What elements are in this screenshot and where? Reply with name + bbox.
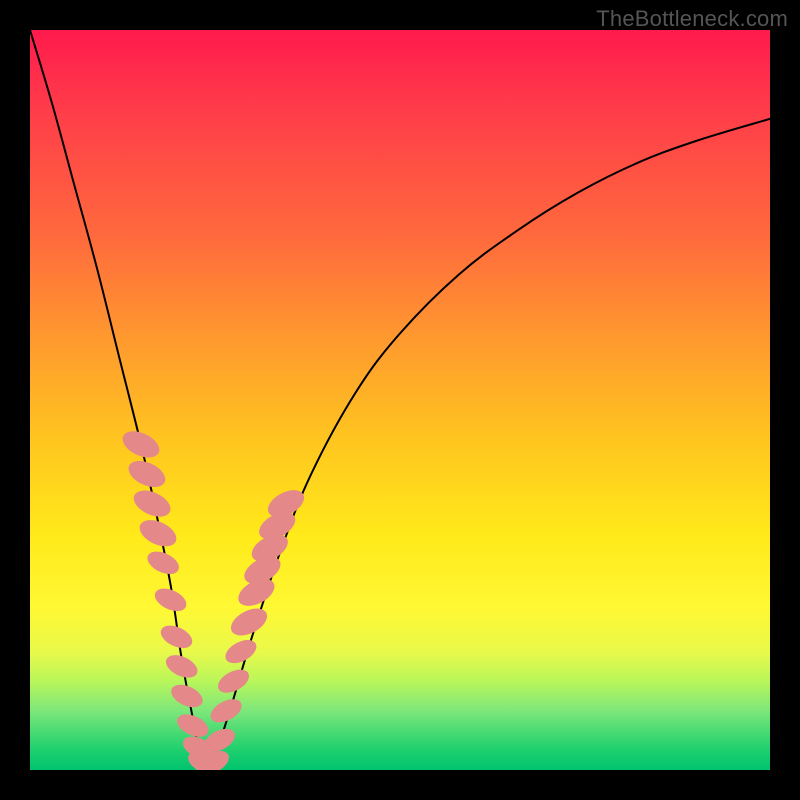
marker-cluster — [119, 426, 309, 770]
chart-frame: TheBottleneck.com — [0, 0, 800, 800]
curve-marker — [222, 635, 261, 668]
watermark-text: TheBottleneck.com — [596, 6, 788, 32]
bottleneck-curve — [30, 30, 770, 770]
chart-svg — [30, 30, 770, 770]
plot-area — [30, 30, 770, 770]
curve-marker — [124, 456, 169, 493]
curve-marker — [214, 665, 253, 698]
curve-marker — [144, 547, 183, 579]
curve-marker — [119, 426, 164, 463]
curve-marker — [226, 603, 271, 641]
